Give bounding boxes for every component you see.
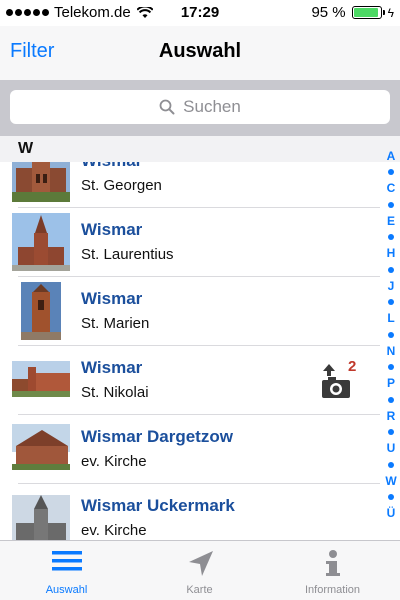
index-dot: [388, 234, 394, 241]
church-thumbnail: [12, 213, 70, 271]
item-title: Wismar Uckermark: [81, 496, 235, 515]
item-subtitle: ev. Kirche: [81, 522, 147, 539]
index-letter[interactable]: J: [388, 278, 395, 294]
search-placeholder: Suchen: [183, 97, 241, 116]
location-arrow-icon: [188, 551, 213, 576]
page-title: Auswahl: [158, 40, 242, 62]
index-dot: [388, 266, 394, 273]
alphabet-index[interactable]: A C E H J L N P R U W Ü: [381, 148, 400, 532]
item-subtitle: St. Nikolai: [81, 384, 149, 401]
tab-information[interactable]: Information: [266, 541, 399, 600]
search-bar: Suchen: [0, 80, 400, 136]
tab-auswahl[interactable]: Auswahl: [0, 541, 133, 600]
index-letter[interactable]: L: [387, 310, 394, 326]
index-letter[interactable]: N: [387, 343, 396, 359]
index-dot: [388, 331, 394, 338]
index-dot: [388, 461, 394, 468]
info-icon: [325, 550, 340, 576]
index-dot: [388, 201, 394, 208]
church-list: Wismar St. Georgen Wismar St. Laurentius: [0, 162, 400, 540]
item-subtitle: ev. Kirche: [81, 453, 147, 470]
list-item[interactable]: Wismar St. Georgen: [0, 162, 380, 208]
item-subtitle: St. Georgen: [81, 177, 162, 194]
index-letter[interactable]: R: [387, 408, 396, 424]
item-subtitle: St. Laurentius: [81, 246, 174, 263]
tab-bar: Auswahl Karte Information: [0, 540, 400, 600]
section-header: W: [0, 136, 400, 162]
item-title: Wismar: [81, 220, 143, 239]
battery-fill: [353, 8, 379, 17]
church-thumbnail: [12, 489, 70, 540]
camera-upload-icon: [322, 364, 350, 398]
item-title: Wismar: [81, 358, 143, 377]
index-letter[interactable]: W: [385, 473, 396, 489]
index-letter[interactable]: Ü: [387, 505, 396, 521]
index-letter[interactable]: E: [387, 213, 395, 229]
upload-count-badge: 2: [348, 358, 357, 375]
status-bar: Telekom.de 17:29 95 % ϟ: [0, 0, 400, 26]
index-dot: [388, 299, 394, 306]
list-icon: [51, 551, 82, 571]
church-thumbnail: [12, 351, 70, 409]
list-item[interactable]: Wismar St. Laurentius: [0, 208, 380, 277]
item-subtitle: St. Marien: [81, 315, 150, 332]
charging-bolt-icon: ϟ: [387, 5, 394, 20]
search-input[interactable]: Suchen: [10, 90, 390, 124]
church-thumbnail: [12, 162, 70, 202]
index-letter[interactable]: C: [387, 180, 396, 196]
list-item[interactable]: Wismar Dargetzow ev. Kirche: [0, 415, 380, 484]
tab-label: Auswahl: [45, 584, 88, 596]
index-dot: [388, 364, 394, 371]
item-title: Wismar: [81, 162, 142, 171]
navigation-bar: Filter Auswahl: [0, 26, 400, 80]
list-item[interactable]: Wismar Uckermark ev. Kirche: [0, 484, 380, 540]
battery-percent: 95 %: [311, 4, 346, 21]
list-item[interactable]: Wismar St. Marien: [0, 277, 380, 346]
item-title: Wismar: [81, 289, 143, 308]
status-right: 95 % ϟ: [311, 4, 394, 21]
list-item[interactable]: Wismar St. Nikolai 2: [0, 346, 380, 415]
index-dot: [388, 494, 394, 501]
index-dot: [388, 396, 394, 403]
search-icon: [159, 99, 175, 115]
item-title: Wismar Dargetzow: [81, 427, 233, 446]
index-dot: [388, 429, 394, 436]
tab-karte[interactable]: Karte: [133, 541, 266, 600]
church-thumbnail: [12, 282, 70, 340]
index-letter[interactable]: H: [387, 245, 396, 261]
index-letter[interactable]: P: [387, 375, 395, 391]
tab-label: Karte: [186, 584, 213, 596]
photo-upload-button[interactable]: 2: [320, 358, 364, 400]
battery-icon: [351, 6, 385, 19]
index-letter[interactable]: A: [387, 148, 396, 164]
index-dot: [388, 169, 394, 176]
church-thumbnail: [12, 420, 70, 478]
index-letter[interactable]: U: [387, 440, 396, 456]
tab-label: Information: [304, 584, 361, 596]
